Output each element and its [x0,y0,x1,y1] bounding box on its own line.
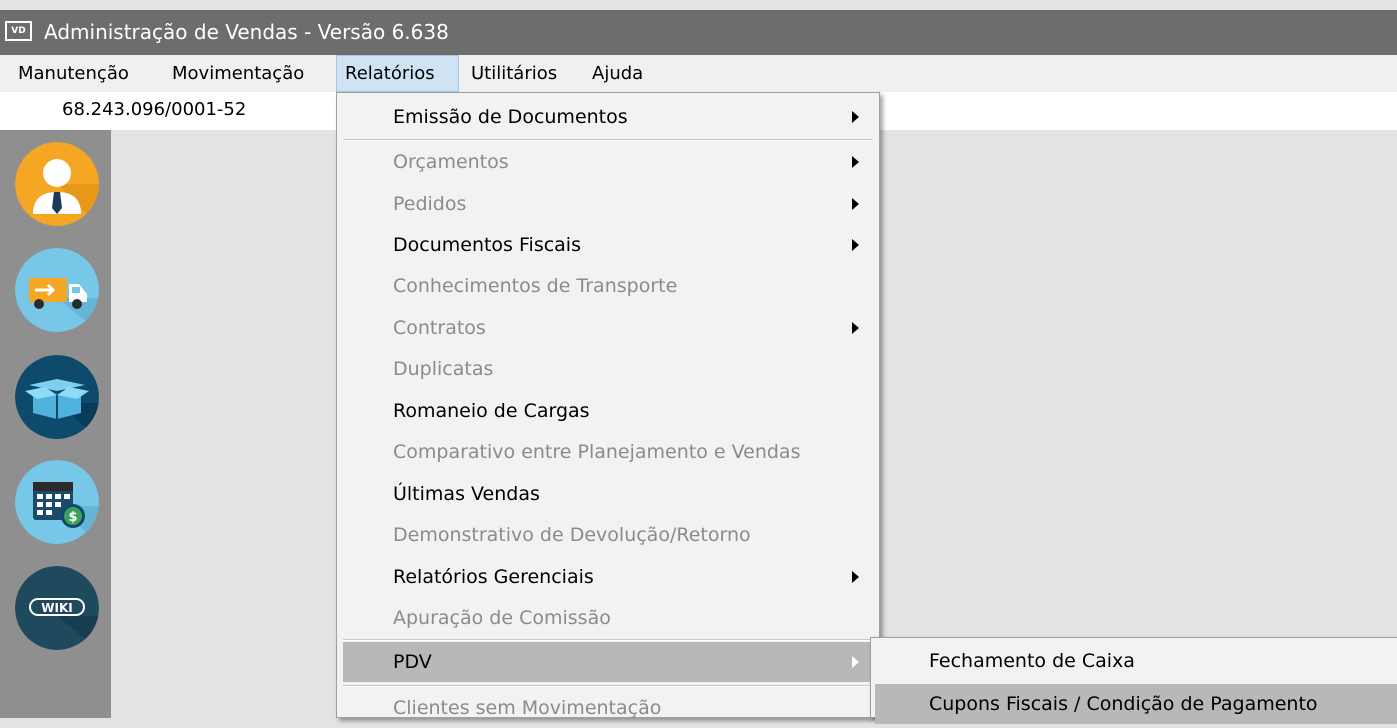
delivery-button[interactable] [15,248,99,332]
menu-item-romaneio-cargas[interactable]: Romaneio de Cargas [343,391,873,431]
menu-item-label: Últimas Vendas [393,483,540,505]
menu-item-clientes-sem-movimentacao[interactable]: Clientes sem Movimentação [343,688,873,728]
menu-item-relatorios-gerenciais[interactable]: Relatórios Gerenciais [343,557,873,597]
menu-item-label: Orçamentos [393,151,509,173]
title-bar: VD Administração de Vendas - Versão 6.63… [0,10,1397,55]
menu-item-label: PDV [393,651,432,673]
clients-button[interactable] [15,142,99,226]
submenu-arrow-icon [852,156,859,168]
submenu-item-cupons-fiscais[interactable]: Cupons Fiscais / Condição de Pagamento [875,684,1397,724]
menu-item-label: Relatórios Gerenciais [393,566,594,588]
menu-item-label: Emissão de Documentos [393,106,628,128]
open-box-icon [15,355,99,439]
submenu-arrow-icon [852,656,859,668]
menu-item-demonstrativo-devolucao[interactable]: Demonstrativo de Devolução/Retorno [343,515,873,555]
menu-manutencao[interactable]: Manutenção [10,55,137,92]
menu-separator [343,639,873,641]
relatorios-dropdown: Emissão de Documentos Orçamentos Pedidos… [336,92,880,719]
menu-item-pdv[interactable]: PDV [343,642,873,682]
menu-separator [343,685,873,687]
submenu-arrow-icon [852,571,859,583]
submenu-item-fechamento-caixa[interactable]: Fechamento de Caixa [875,641,1397,681]
submenu-arrow-icon [852,111,859,123]
user-icon [15,142,99,226]
svg-text:$: $ [68,510,77,525]
submenu-arrow-icon [852,322,859,334]
menu-utilitarios[interactable]: Utilitários [463,55,565,92]
menu-item-emissao-documentos[interactable]: Emissão de Documentos [343,97,873,137]
submenu-arrow-icon [852,198,859,210]
menu-item-pedidos[interactable]: Pedidos [343,184,873,224]
menu-item-label: Romaneio de Cargas [393,400,590,422]
cnpj-label: 68.243.096/0001-52 [62,99,247,120]
menu-item-label: Clientes sem Movimentação [393,697,662,719]
sidebar: $ WIKI [0,130,111,718]
menu-item-label: Comparativo entre Planejamento e Vendas [393,441,801,463]
menu-item-comparativo[interactable]: Comparativo entre Planejamento e Vendas [343,432,873,472]
menu-ajuda[interactable]: Ajuda [584,55,651,92]
products-button[interactable] [15,355,99,439]
app-icon: VD [5,21,32,41]
pdv-submenu: Fechamento de Caixa Cupons Fiscais / Con… [870,637,1397,724]
menu-item-orcamentos[interactable]: Orçamentos [343,142,873,182]
wiki-label: WIKI [41,601,72,615]
menu-item-label: Documentos Fiscais [393,234,581,256]
menu-item-label: Conhecimentos de Transporte [393,275,678,297]
menu-item-conhecimentos-transporte[interactable]: Conhecimentos de Transporte [343,266,873,306]
wiki-button[interactable]: WIKI [15,566,99,650]
menu-item-ultimas-vendas[interactable]: Últimas Vendas [343,474,873,514]
wiki-icon: WIKI [15,566,99,650]
menu-item-duplicatas[interactable]: Duplicatas [343,349,873,389]
financial-button[interactable]: $ [15,460,99,544]
menu-movimentacao[interactable]: Movimentação [164,55,312,92]
menu-item-label: Apuração de Comissão [393,607,611,629]
calendar-money-icon: $ [15,460,99,544]
menu-item-documentos-fiscais[interactable]: Documentos Fiscais [343,225,873,265]
menu-relatorios[interactable]: Relatórios [336,55,459,92]
menu-item-label: Pedidos [393,193,467,215]
menu-item-apuracao-comissao[interactable]: Apuração de Comissão [343,598,873,638]
submenu-arrow-icon [852,239,859,251]
menu-item-contratos[interactable]: Contratos [343,308,873,348]
delivery-truck-icon [15,248,99,332]
menu-item-label: Demonstrativo de Devolução/Retorno [393,524,751,546]
menu-item-label: Duplicatas [393,358,494,380]
menu-bar: Manutenção Movimentação Relatórios Utili… [0,55,1397,92]
menu-item-label: Contratos [393,317,486,339]
submenu-item-label: Fechamento de Caixa [929,650,1135,672]
submenu-item-label: Cupons Fiscais / Condição de Pagamento [929,693,1318,715]
window-title: Administração de Vendas - Versão 6.638 [44,20,449,44]
menu-separator [343,139,873,141]
